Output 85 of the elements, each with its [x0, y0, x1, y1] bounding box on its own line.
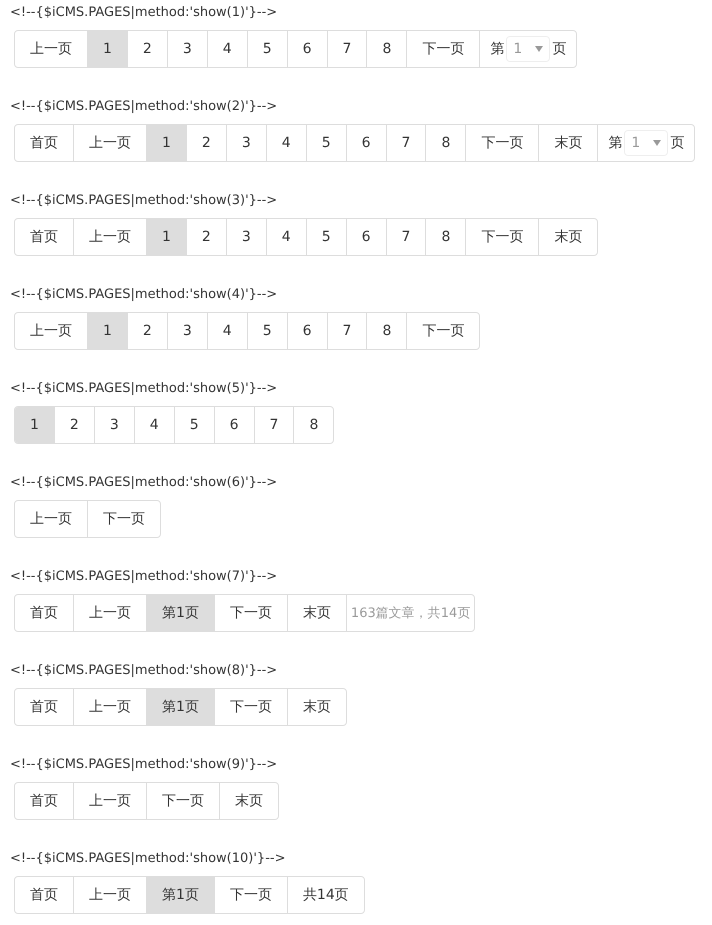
page-link[interactable]: 下一页: [214, 689, 287, 725]
page-link[interactable]: 8: [425, 219, 466, 255]
page-link[interactable]: 下一页: [87, 501, 160, 537]
page-link[interactable]: 1: [87, 31, 127, 67]
page-link[interactable]: 上一页: [15, 31, 87, 67]
page-link[interactable]: 下一页: [146, 783, 219, 819]
page-link[interactable]: 2: [126, 313, 167, 349]
page-link[interactable]: 末页: [538, 219, 598, 255]
page-link[interactable]: 1: [146, 219, 186, 255]
page-link[interactable]: 首页: [15, 783, 73, 819]
page-link[interactable]: 下一页: [465, 125, 538, 161]
page-link[interactable]: 5: [246, 313, 287, 349]
page-link[interactable]: 3: [226, 125, 266, 161]
page-link[interactable]: 4: [134, 407, 174, 443]
code-comment: <!--{$iCMS.PAGES|method:'show(1)'}-->: [10, 4, 278, 22]
page-link[interactable]: 8: [293, 407, 334, 443]
page-link[interactable]: 8: [366, 31, 406, 67]
page-link[interactable]: 5: [306, 125, 346, 161]
page-link[interactable]: 1: [87, 313, 127, 349]
page-link[interactable]: 首页: [15, 689, 73, 725]
page-link[interactable]: 共14页: [286, 877, 364, 913]
page-link[interactable]: 5: [246, 31, 287, 67]
page-link[interactable]: 首页: [15, 877, 73, 913]
code-comment: <!--{$iCMS.PAGES|method:'show(10)'}-->: [10, 850, 286, 868]
select-label: 第: [490, 40, 504, 58]
page-link[interactable]: 下一页: [214, 877, 287, 913]
page-link[interactable]: 下一页: [465, 219, 538, 255]
page-link[interactable]: 7: [326, 313, 366, 349]
page-link[interactable]: 7: [386, 125, 426, 161]
page-link[interactable]: 第1页: [146, 877, 214, 913]
page-link[interactable]: 6: [286, 31, 327, 67]
page-link[interactable]: 6: [214, 407, 254, 443]
page-link[interactable]: 末页: [219, 783, 278, 819]
page-link[interactable]: 4: [266, 219, 306, 255]
page-link[interactable]: 第1页: [146, 595, 214, 631]
page-link[interactable]: 2: [126, 31, 167, 67]
page-link[interactable]: 下一页: [406, 31, 480, 67]
page-link[interactable]: 2: [186, 219, 226, 255]
code-comment: <!--{$iCMS.PAGES|method:'show(2)'}-->: [10, 98, 278, 116]
page-link[interactable]: 7: [254, 407, 294, 443]
page-link[interactable]: 末页: [538, 125, 598, 161]
page-link[interactable]: 5: [306, 219, 346, 255]
page-link[interactable]: 1: [146, 125, 186, 161]
page-link[interactable]: 6: [286, 313, 327, 349]
page-link[interactable]: 1: [15, 407, 54, 443]
page-link[interactable]: 6: [346, 219, 386, 255]
page-link[interactable]: 3: [94, 407, 134, 443]
page-link[interactable]: 8: [425, 125, 466, 161]
code-comment: <!--{$iCMS.PAGES|method:'show(5)'}-->: [10, 380, 278, 398]
code-comment: <!--{$iCMS.PAGES|method:'show(6)'}-->: [10, 474, 278, 492]
page-link[interactable]: 7: [326, 31, 366, 67]
code-comment: <!--{$iCMS.PAGES|method:'show(7)'}-->: [10, 568, 278, 586]
page-link[interactable]: 下一页: [406, 313, 480, 349]
page-link[interactable]: 3: [166, 313, 207, 349]
page-link[interactable]: 末页: [286, 689, 346, 725]
page-link[interactable]: 2: [54, 407, 94, 443]
caret-icon: [535, 46, 544, 52]
page-link[interactable]: 3: [166, 31, 207, 67]
page-link[interactable]: 4: [206, 313, 247, 349]
select-label: 页: [552, 40, 566, 58]
page-link[interactable]: 末页: [286, 595, 346, 631]
page-link[interactable]: 4: [266, 125, 306, 161]
code-comment: <!--{$iCMS.PAGES|method:'show(8)'}-->: [10, 662, 278, 680]
page-link[interactable]: 下一页: [214, 595, 287, 631]
select-label: 页: [670, 134, 684, 152]
page-link[interactable]: 5: [174, 407, 214, 443]
page-link[interactable]: 4: [206, 31, 247, 67]
select-label: 第: [608, 134, 622, 152]
page-link[interactable]: 首页: [15, 595, 73, 631]
page-link[interactable]: 第1页: [146, 689, 214, 725]
page-link[interactable]: 上一页: [15, 313, 87, 349]
page-link[interactable]: 2: [186, 125, 226, 161]
page-link[interactable]: 8: [366, 313, 406, 349]
page-link[interactable]: 7: [386, 219, 426, 255]
page-link[interactable]: 3: [226, 219, 266, 255]
page-link[interactable]: 首页: [15, 125, 73, 161]
page-link[interactable]: 首页: [15, 219, 73, 255]
page-link[interactable]: 上一页: [15, 501, 87, 537]
code-comment: <!--{$iCMS.PAGES|method:'show(3)'}-->: [10, 192, 278, 210]
page-link[interactable]: 上一页: [73, 783, 146, 819]
page-link[interactable]: 6: [346, 125, 386, 161]
code-comment: <!--{$iCMS.PAGES|method:'show(4)'}-->: [10, 286, 278, 304]
page-info: 163篇文章，共14页: [346, 595, 474, 631]
code-comment: <!--{$iCMS.PAGES|method:'show(9)'}-->: [10, 756, 278, 774]
caret-icon: [653, 140, 662, 146]
